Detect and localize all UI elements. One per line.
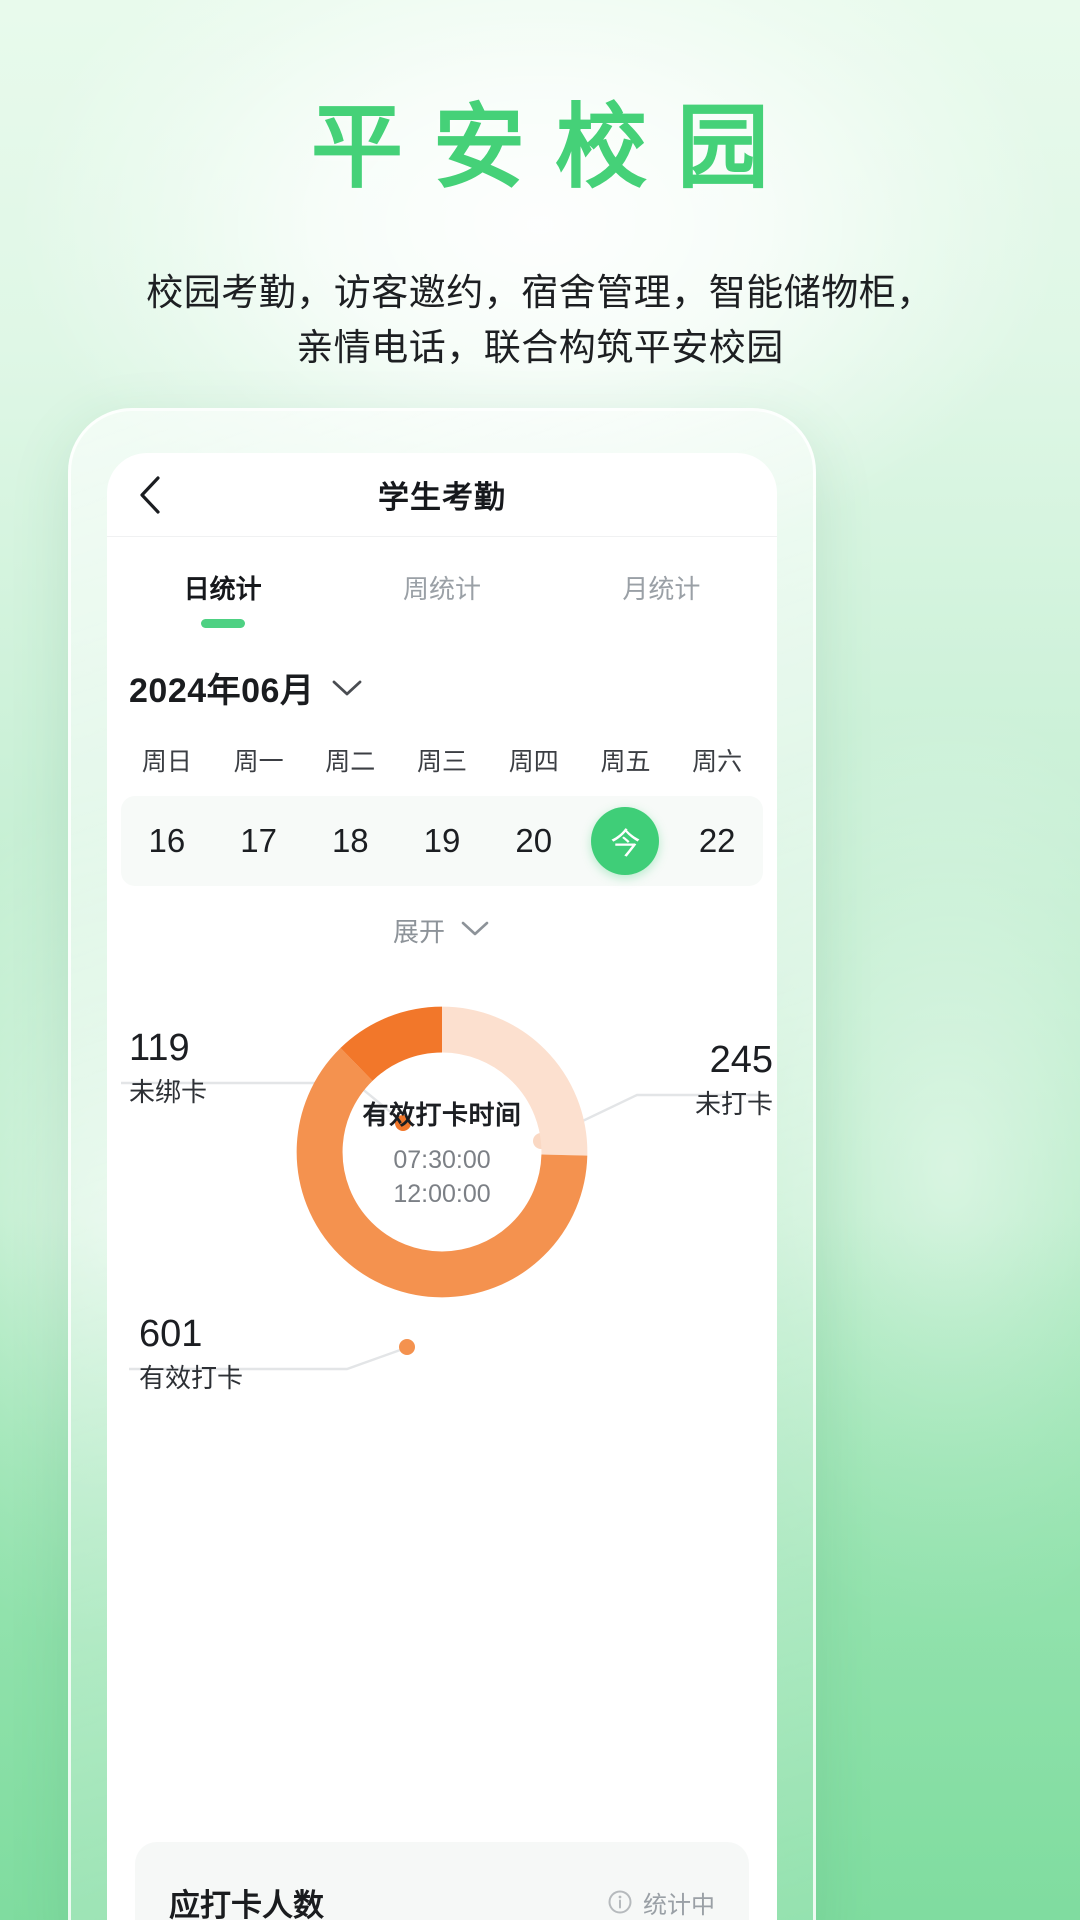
calendar-day-today[interactable]: 今 (580, 807, 672, 875)
callout-unbound-card: 119 未绑卡 (129, 1029, 207, 1105)
callout-unbound-card-value: 119 (129, 1027, 190, 1069)
valid-time-end: 12:00:00 (393, 1179, 491, 1208)
chevron-left-icon (137, 475, 163, 515)
hero-subtitle: 校园考勤，访客邀约，宿舍管理，智能储物柜， 亲情电话，联合构筑平安校园 (0, 266, 1080, 376)
callout-valid-checkin-label: 有效打卡 (139, 1363, 244, 1393)
calendar-day-22[interactable]: 22 (671, 822, 763, 860)
expected-checkin-meta: 统计中 (607, 1885, 715, 1920)
statistics-tabs: 日统计 周统计 月统计 (107, 537, 777, 633)
weekday-sat: 周六 (692, 748, 743, 776)
tab-daily-label: 日统计 (183, 573, 262, 604)
phone-screen: 学生考勤 日统计 周统计 月统计 2024年06月 周日 周一 周二 周三 周四… (107, 453, 777, 1920)
expected-checkin-meta-label: 统计中 (643, 1891, 715, 1919)
chevron-down-icon (330, 677, 364, 699)
calendar-today-pill: 今 (591, 807, 660, 875)
callout-unbound-card-label: 未绑卡 (129, 1077, 208, 1107)
callout-valid-checkin: 601 有效打卡 (139, 1315, 243, 1391)
tab-monthly-label: 月统计 (622, 573, 701, 604)
page-title: 平安校园 (310, 97, 799, 199)
month-label: 2024年06月 (129, 672, 315, 710)
calendar-day-20[interactable]: 20 (488, 822, 580, 860)
calendar-day-19[interactable]: 19 (396, 822, 488, 860)
hero-subtitle-line-2: 亲情电话，联合构筑平安校园 (296, 326, 784, 368)
back-button[interactable] (127, 472, 173, 518)
weekday-tue: 周二 (325, 748, 376, 776)
tab-weekly[interactable]: 周统计 (332, 565, 551, 606)
calendar-day-16[interactable]: 16 (121, 822, 213, 860)
phone-mockup: 学生考勤 日统计 周统计 月统计 2024年06月 周日 周一 周二 周三 周四… (68, 408, 816, 1920)
donut-center-title: 有效打卡时间 (362, 1099, 522, 1130)
tab-daily[interactable]: 日统计 (113, 565, 332, 628)
calendar-days-row: 16 17 18 19 20 今 22 (121, 796, 763, 886)
tab-active-indicator (200, 618, 245, 628)
tab-monthly[interactable]: 月统计 (552, 565, 771, 606)
weekday-mon: 周一 (233, 748, 284, 776)
chevron-down-icon (459, 918, 491, 943)
calendar-day-17[interactable]: 17 (213, 822, 305, 860)
valid-time-start: 07:30:00 (393, 1145, 491, 1174)
donut-center-times: 07:30:00 12:00:00 (322, 1144, 562, 1212)
expand-label: 展开 (392, 917, 445, 947)
expected-checkin-card[interactable]: 应打卡人数 统计中 (135, 1842, 749, 1920)
callout-valid-checkin-value: 601 (139, 1313, 203, 1355)
donut-center-label: 有效打卡时间 07:30:00 12:00:00 (322, 1095, 562, 1212)
expected-checkin-title: 应打卡人数 (169, 1887, 324, 1920)
weekday-wed: 周三 (417, 748, 468, 776)
callout-no-checkin-value: 245 (709, 1039, 773, 1081)
callout-no-checkin: 245 未打卡 (695, 1041, 773, 1117)
app-title: 学生考勤 (378, 480, 506, 515)
calendar-strip: 周日 周一 周二 周三 周四 周五 周六 16 17 18 19 20 今 22 (107, 742, 777, 886)
weekday-fri: 周五 (600, 748, 651, 776)
info-icon (608, 1890, 632, 1914)
calendar-weekday-header: 周日 周一 周二 周三 周四 周五 周六 (121, 742, 763, 778)
weekday-thu: 周四 (508, 748, 559, 776)
attendance-donut-chart: 有效打卡时间 07:30:00 12:00:00 119 未绑卡 245 未打卡… (107, 963, 777, 1433)
month-selector[interactable]: 2024年06月 (107, 633, 777, 712)
hero-subtitle-line-1: 校园考勤，访客邀约，宿舍管理，智能储物柜， (146, 272, 934, 313)
weekday-sun: 周日 (141, 748, 192, 776)
calendar-day-18[interactable]: 18 (304, 822, 396, 860)
hero-section: 平安校园 校园考勤，访客邀约，宿舍管理，智能储物柜， 亲情电话，联合构筑平安校园 (0, 0, 1080, 376)
callout-no-checkin-label: 未打卡 (694, 1089, 773, 1119)
tab-weekly-label: 周统计 (402, 573, 481, 604)
expand-calendar-toggle[interactable]: 展开 (107, 912, 777, 949)
app-header: 学生考勤 (107, 453, 777, 537)
